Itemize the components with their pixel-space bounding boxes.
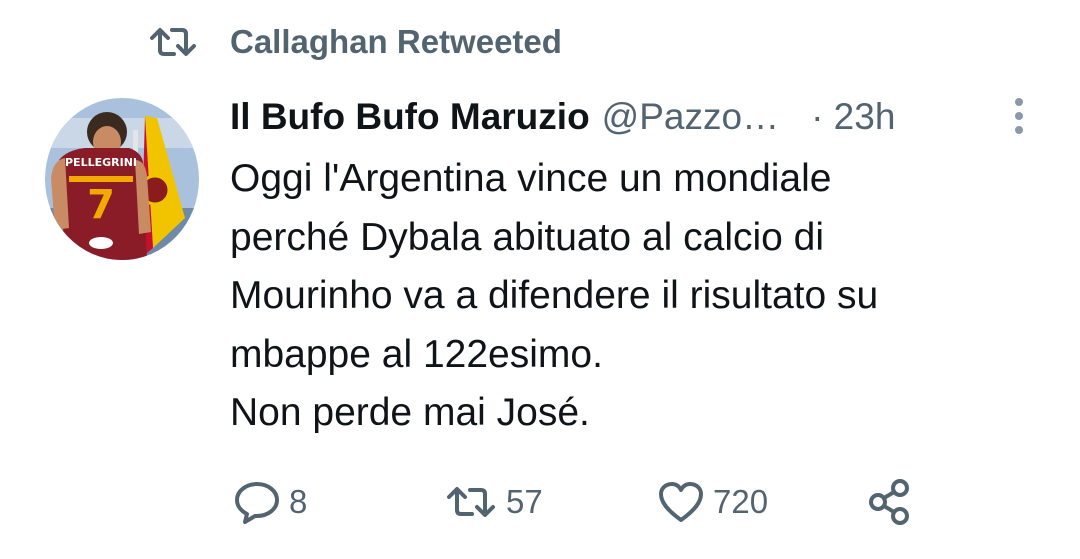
avatar-jersey-number: 7 <box>87 182 115 228</box>
tweet-text-line: Non perde mai José. <box>230 391 590 434</box>
reply-count: 8 <box>289 483 308 520</box>
display-name[interactable]: Il Bufo Bufo Maruzio <box>230 96 590 138</box>
tweet-text-line: Mourinho va a difendere il risultato su <box>230 274 879 317</box>
tweet-text-line: Oggi l'Argentina vince un mondiale <box>230 157 832 200</box>
user-handle[interactable]: @Pazzo… <box>602 96 779 138</box>
tweet-timestamp[interactable]: · 23h <box>811 96 895 138</box>
retweet-context[interactable]: Callaghan Retweeted <box>148 18 562 66</box>
like-button[interactable]: 720 <box>657 474 768 530</box>
tweet-header: Il Bufo Bufo Maruzio @Pazzo… · 23h <box>230 92 1030 142</box>
avatar-jersey-name: PELLEGRINI <box>65 156 137 169</box>
heart-icon <box>657 480 705 524</box>
tweet-text-line: mbappe al 122esimo. <box>230 332 603 376</box>
retweet-icon <box>444 480 498 524</box>
tweet-actions: 8 57 720 <box>0 474 1080 530</box>
retweet-context-label: Callaghan Retweeted <box>230 23 562 60</box>
reply-icon <box>233 480 281 524</box>
share-button[interactable] <box>866 474 914 530</box>
retweet-icon <box>148 22 198 62</box>
like-count: 720 <box>713 483 769 520</box>
reply-button[interactable]: 8 <box>233 474 307 530</box>
retweet-button[interactable]: 57 <box>444 474 543 530</box>
tweet-text: Oggi l'Argentina vince un mondiale perch… <box>230 150 1030 443</box>
retweet-count: 57 <box>506 483 543 520</box>
share-icon <box>866 478 914 526</box>
tweet-text-line: perché Dybala abituato al calcio di <box>230 215 825 259</box>
avatar[interactable]: PELLEGRINI 7 <box>45 98 199 260</box>
more-options-icon[interactable] <box>1005 94 1033 138</box>
